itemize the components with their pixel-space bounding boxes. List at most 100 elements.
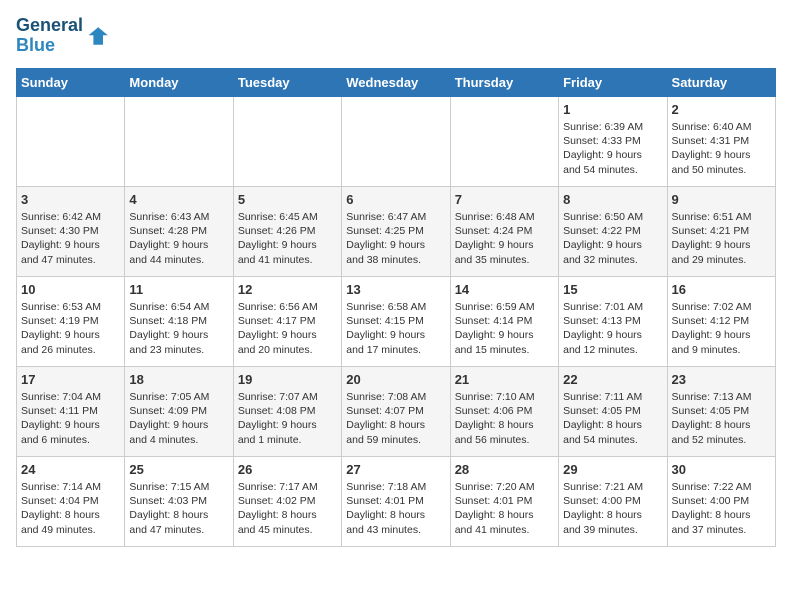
day-info: Sunrise: 6:42 AM	[21, 210, 120, 224]
calendar-week-2: 3Sunrise: 6:42 AMSunset: 4:30 PMDaylight…	[17, 186, 776, 276]
day-info: Daylight: 9 hours	[672, 238, 771, 252]
day-info: and 39 minutes.	[563, 523, 662, 537]
day-info: Sunset: 4:22 PM	[563, 224, 662, 238]
day-info: Sunrise: 6:53 AM	[21, 300, 120, 314]
day-info: and 12 minutes.	[563, 343, 662, 357]
day-number: 14	[455, 281, 554, 299]
calendar-cell: 22Sunrise: 7:11 AMSunset: 4:05 PMDayligh…	[559, 366, 667, 456]
day-number: 1	[563, 101, 662, 119]
day-info: and 47 minutes.	[21, 253, 120, 267]
day-info: and 4 minutes.	[129, 433, 228, 447]
calendar-cell: 15Sunrise: 7:01 AMSunset: 4:13 PMDayligh…	[559, 276, 667, 366]
day-info: and 49 minutes.	[21, 523, 120, 537]
day-info: Daylight: 8 hours	[563, 418, 662, 432]
calendar-week-4: 17Sunrise: 7:04 AMSunset: 4:11 PMDayligh…	[17, 366, 776, 456]
day-info: Daylight: 8 hours	[563, 508, 662, 522]
day-info: Sunrise: 6:40 AM	[672, 120, 771, 134]
calendar-cell: 8Sunrise: 6:50 AMSunset: 4:22 PMDaylight…	[559, 186, 667, 276]
day-info: Daylight: 9 hours	[346, 328, 445, 342]
day-info: Daylight: 9 hours	[672, 328, 771, 342]
calendar-cell: 14Sunrise: 6:59 AMSunset: 4:14 PMDayligh…	[450, 276, 558, 366]
calendar-cell: 28Sunrise: 7:20 AMSunset: 4:01 PMDayligh…	[450, 456, 558, 546]
day-number: 16	[672, 281, 771, 299]
calendar-week-3: 10Sunrise: 6:53 AMSunset: 4:19 PMDayligh…	[17, 276, 776, 366]
day-info: Daylight: 9 hours	[563, 238, 662, 252]
day-number: 11	[129, 281, 228, 299]
logo: GeneralBlue	[16, 16, 111, 56]
calendar-cell	[342, 96, 450, 186]
calendar-cell: 12Sunrise: 6:56 AMSunset: 4:17 PMDayligh…	[233, 276, 341, 366]
day-info: and 54 minutes.	[563, 433, 662, 447]
day-info: Sunset: 4:11 PM	[21, 404, 120, 418]
day-info: Sunset: 4:00 PM	[563, 494, 662, 508]
day-info: Daylight: 8 hours	[455, 418, 554, 432]
day-number: 5	[238, 191, 337, 209]
day-info: Daylight: 9 hours	[21, 238, 120, 252]
day-info: Sunset: 4:02 PM	[238, 494, 337, 508]
day-info: Daylight: 9 hours	[563, 148, 662, 162]
day-info: and 1 minute.	[238, 433, 337, 447]
day-info: and 9 minutes.	[672, 343, 771, 357]
day-info: Daylight: 9 hours	[346, 238, 445, 252]
calendar-cell: 18Sunrise: 7:05 AMSunset: 4:09 PMDayligh…	[125, 366, 233, 456]
calendar-week-5: 24Sunrise: 7:14 AMSunset: 4:04 PMDayligh…	[17, 456, 776, 546]
day-info: Daylight: 9 hours	[21, 328, 120, 342]
day-number: 18	[129, 371, 228, 389]
day-number: 21	[455, 371, 554, 389]
calendar-cell: 23Sunrise: 7:13 AMSunset: 4:05 PMDayligh…	[667, 366, 775, 456]
day-info: Sunrise: 6:48 AM	[455, 210, 554, 224]
calendar-cell: 19Sunrise: 7:07 AMSunset: 4:08 PMDayligh…	[233, 366, 341, 456]
day-info: Sunset: 4:13 PM	[563, 314, 662, 328]
day-info: Sunrise: 7:05 AM	[129, 390, 228, 404]
day-info: Sunset: 4:21 PM	[672, 224, 771, 238]
day-info: Sunrise: 7:18 AM	[346, 480, 445, 494]
day-number: 23	[672, 371, 771, 389]
weekday-header-wednesday: Wednesday	[342, 68, 450, 96]
day-info: Sunrise: 7:22 AM	[672, 480, 771, 494]
day-info: and 23 minutes.	[129, 343, 228, 357]
day-info: Sunset: 4:33 PM	[563, 134, 662, 148]
day-info: Daylight: 9 hours	[238, 238, 337, 252]
day-info: Sunrise: 6:50 AM	[563, 210, 662, 224]
day-info: Daylight: 9 hours	[129, 238, 228, 252]
day-info: Sunset: 4:00 PM	[672, 494, 771, 508]
weekday-header-thursday: Thursday	[450, 68, 558, 96]
calendar-cell	[125, 96, 233, 186]
day-info: and 26 minutes.	[21, 343, 120, 357]
day-info: Sunset: 4:15 PM	[346, 314, 445, 328]
calendar-cell: 13Sunrise: 6:58 AMSunset: 4:15 PMDayligh…	[342, 276, 450, 366]
weekday-header-friday: Friday	[559, 68, 667, 96]
day-info: Sunset: 4:25 PM	[346, 224, 445, 238]
calendar-cell: 24Sunrise: 7:14 AMSunset: 4:04 PMDayligh…	[17, 456, 125, 546]
calendar-cell: 17Sunrise: 7:04 AMSunset: 4:11 PMDayligh…	[17, 366, 125, 456]
day-info: and 20 minutes.	[238, 343, 337, 357]
day-info: Daylight: 9 hours	[563, 328, 662, 342]
day-info: Daylight: 9 hours	[129, 328, 228, 342]
calendar-cell: 3Sunrise: 6:42 AMSunset: 4:30 PMDaylight…	[17, 186, 125, 276]
day-info: Sunset: 4:08 PM	[238, 404, 337, 418]
day-number: 8	[563, 191, 662, 209]
day-info: Sunrise: 7:04 AM	[21, 390, 120, 404]
day-info: and 50 minutes.	[672, 163, 771, 177]
day-info: and 52 minutes.	[672, 433, 771, 447]
day-info: Sunset: 4:05 PM	[563, 404, 662, 418]
day-info: and 59 minutes.	[346, 433, 445, 447]
day-info: Sunrise: 7:02 AM	[672, 300, 771, 314]
day-info: Sunset: 4:24 PM	[455, 224, 554, 238]
day-info: and 32 minutes.	[563, 253, 662, 267]
logo-icon	[87, 24, 111, 48]
day-info: Sunrise: 6:54 AM	[129, 300, 228, 314]
calendar-cell: 26Sunrise: 7:17 AMSunset: 4:02 PMDayligh…	[233, 456, 341, 546]
day-number: 27	[346, 461, 445, 479]
day-info: Sunset: 4:01 PM	[455, 494, 554, 508]
day-info: Sunset: 4:17 PM	[238, 314, 337, 328]
day-info: Daylight: 9 hours	[672, 148, 771, 162]
day-info: and 29 minutes.	[672, 253, 771, 267]
day-info: Daylight: 9 hours	[129, 418, 228, 432]
day-info: Sunrise: 7:20 AM	[455, 480, 554, 494]
calendar-cell: 6Sunrise: 6:47 AMSunset: 4:25 PMDaylight…	[342, 186, 450, 276]
day-number: 30	[672, 461, 771, 479]
day-info: Daylight: 8 hours	[455, 508, 554, 522]
calendar-cell: 16Sunrise: 7:02 AMSunset: 4:12 PMDayligh…	[667, 276, 775, 366]
day-info: Sunrise: 7:11 AM	[563, 390, 662, 404]
